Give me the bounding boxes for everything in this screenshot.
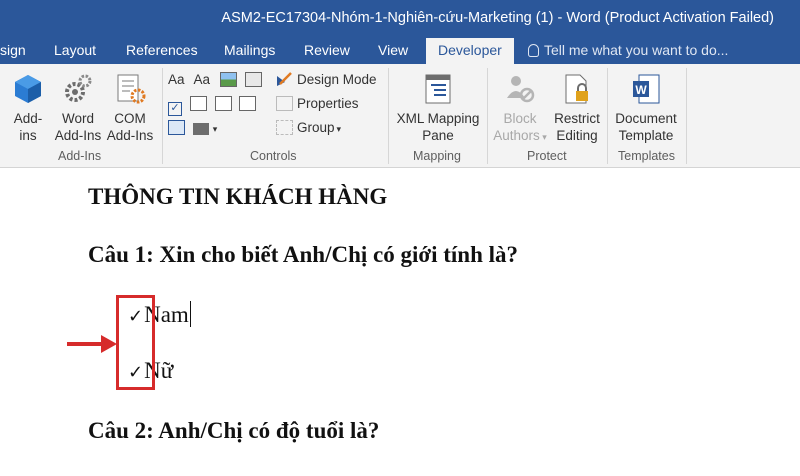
text-cursor xyxy=(189,301,192,327)
block-authors-button[interactable]: Block Authors ▾ xyxy=(492,72,548,146)
properties-icon xyxy=(276,96,293,111)
restrict-editing-label-2: Editing xyxy=(556,128,598,143)
restrict-editing-button[interactable]: Restrict Editing xyxy=(550,72,604,144)
tell-me-search[interactable]: Tell me what you want to do... xyxy=(528,38,728,64)
group-button[interactable]: Group ▾ xyxy=(276,120,341,135)
question-1: Câu 1: Xin cho biết Anh/Chị có giới tính… xyxy=(88,242,519,267)
highlight-box xyxy=(116,295,155,390)
picture-control-icon[interactable] xyxy=(219,72,237,87)
design-mode-button[interactable]: Design Mode xyxy=(276,72,377,87)
rich-text-control-icon[interactable]: Aa xyxy=(168,72,185,87)
tab-mailings[interactable]: Mailings xyxy=(224,38,275,64)
block-authors-label-1: Block xyxy=(503,111,537,126)
design-mode-label: Design Mode xyxy=(297,72,377,87)
xml-mapping-label-1: XML Mapping xyxy=(396,111,480,126)
title-bar: ASM2-EC17304-Nhóm-1-Nghiên-cứu-Marketing… xyxy=(0,0,800,38)
plain-text-control-icon[interactable]: Aa xyxy=(194,72,211,87)
combo-box-icon[interactable] xyxy=(189,96,207,111)
legacy-tools-chevron-icon: ▾ xyxy=(212,124,218,134)
com-addins-icon xyxy=(117,74,146,104)
document-template-label-2: Template xyxy=(618,128,674,143)
legacy-tools-icon[interactable] xyxy=(192,123,209,135)
group-label-controls: Controls xyxy=(250,149,297,163)
group-chevron-icon: ▾ xyxy=(336,124,342,134)
com-addins-button[interactable]: COM Add-Ins xyxy=(104,72,156,144)
tab-developer[interactable]: Developer xyxy=(426,38,514,65)
window-title: ASM2-EC17304-Nhóm-1-Nghiên-cứu-Marketing… xyxy=(221,10,774,26)
group-separator xyxy=(487,68,488,164)
gear-icon xyxy=(65,74,92,102)
word-addins-label-2: Add-Ins xyxy=(54,128,102,143)
tab-view[interactable]: View xyxy=(378,38,408,64)
restrict-editing-icon xyxy=(565,74,588,104)
group-label-templates: Templates xyxy=(618,149,675,163)
xml-mapping-pane-button[interactable]: XML Mapping Pane xyxy=(394,72,482,144)
tab-references[interactable]: References xyxy=(126,38,198,64)
addins-label-1: Add- xyxy=(13,111,43,126)
group-separator xyxy=(607,68,608,164)
addins-label-2: ins xyxy=(19,128,37,143)
xml-mapping-icon xyxy=(425,74,451,104)
group-icon xyxy=(276,120,293,135)
tell-me-placeholder: Tell me what you want to do... xyxy=(544,42,729,58)
repeating-section-icon[interactable] xyxy=(168,120,185,135)
tab-review[interactable]: Review xyxy=(304,38,350,64)
group-label: Group xyxy=(297,120,335,135)
properties-label: Properties xyxy=(297,96,359,111)
ribbon: Add- ins Word Add-Ins COM Add-Ins Add-In… xyxy=(0,64,800,168)
word-addins-button[interactable]: Word Add-Ins xyxy=(52,72,104,144)
group-separator xyxy=(162,68,163,164)
design-mode-icon xyxy=(277,72,292,86)
checkbox-control-icon[interactable]: ✓ xyxy=(168,102,182,116)
dropdown-list-icon[interactable] xyxy=(214,96,232,111)
block-authors-label-2: Authors ▾ xyxy=(492,127,548,146)
tab-layout[interactable]: Layout xyxy=(54,38,96,64)
tab-design[interactable]: sign xyxy=(0,38,26,64)
restrict-editing-label-1: Restrict xyxy=(554,111,600,126)
addins-button[interactable]: Add- ins xyxy=(8,72,48,144)
com-addins-label-2: Add-Ins xyxy=(106,128,154,143)
lightbulb-icon xyxy=(528,44,539,57)
block-authors-chevron-icon: ▾ xyxy=(539,132,547,142)
xml-mapping-label-2: Pane xyxy=(422,128,454,143)
group-label-mapping: Mapping xyxy=(413,149,461,163)
addins-cube-icon xyxy=(15,75,41,103)
document-template-label-1: Document xyxy=(615,111,677,126)
date-picker-icon[interactable] xyxy=(239,96,257,111)
com-addins-label-1: COM xyxy=(114,111,146,126)
group-separator xyxy=(686,68,687,164)
group-label-addins: Add-Ins xyxy=(58,149,102,163)
document-canvas[interactable]: THÔNG TIN KHÁCH HÀNG Câu 1: Xin cho biết… xyxy=(0,168,800,476)
group-separator xyxy=(388,68,389,164)
controls-row-1: Aa Aa xyxy=(168,72,266,87)
word-document-icon: W xyxy=(633,74,660,104)
red-arrow-icon xyxy=(67,335,117,353)
document-template-button[interactable]: W Document Template xyxy=(612,72,680,144)
word-addins-label-1: Word xyxy=(61,111,94,126)
properties-button[interactable]: Properties xyxy=(276,96,359,111)
controls-row-2: ✓ xyxy=(168,96,260,116)
question-2: Câu 2: Anh/Chị có độ tuổi là? xyxy=(88,418,380,443)
document-heading: THÔNG TIN KHÁCH HÀNG xyxy=(88,184,388,209)
block-authors-icon xyxy=(507,76,535,103)
svg-text:W: W xyxy=(635,83,647,97)
block-authors-label-2-text: Authors xyxy=(493,128,540,143)
group-label-protect: Protect xyxy=(527,149,567,163)
controls-row-3: ▾ xyxy=(168,120,217,135)
ribbon-tabs: sign Layout References Mailings Review V… xyxy=(0,38,800,65)
building-block-icon[interactable] xyxy=(244,72,262,87)
